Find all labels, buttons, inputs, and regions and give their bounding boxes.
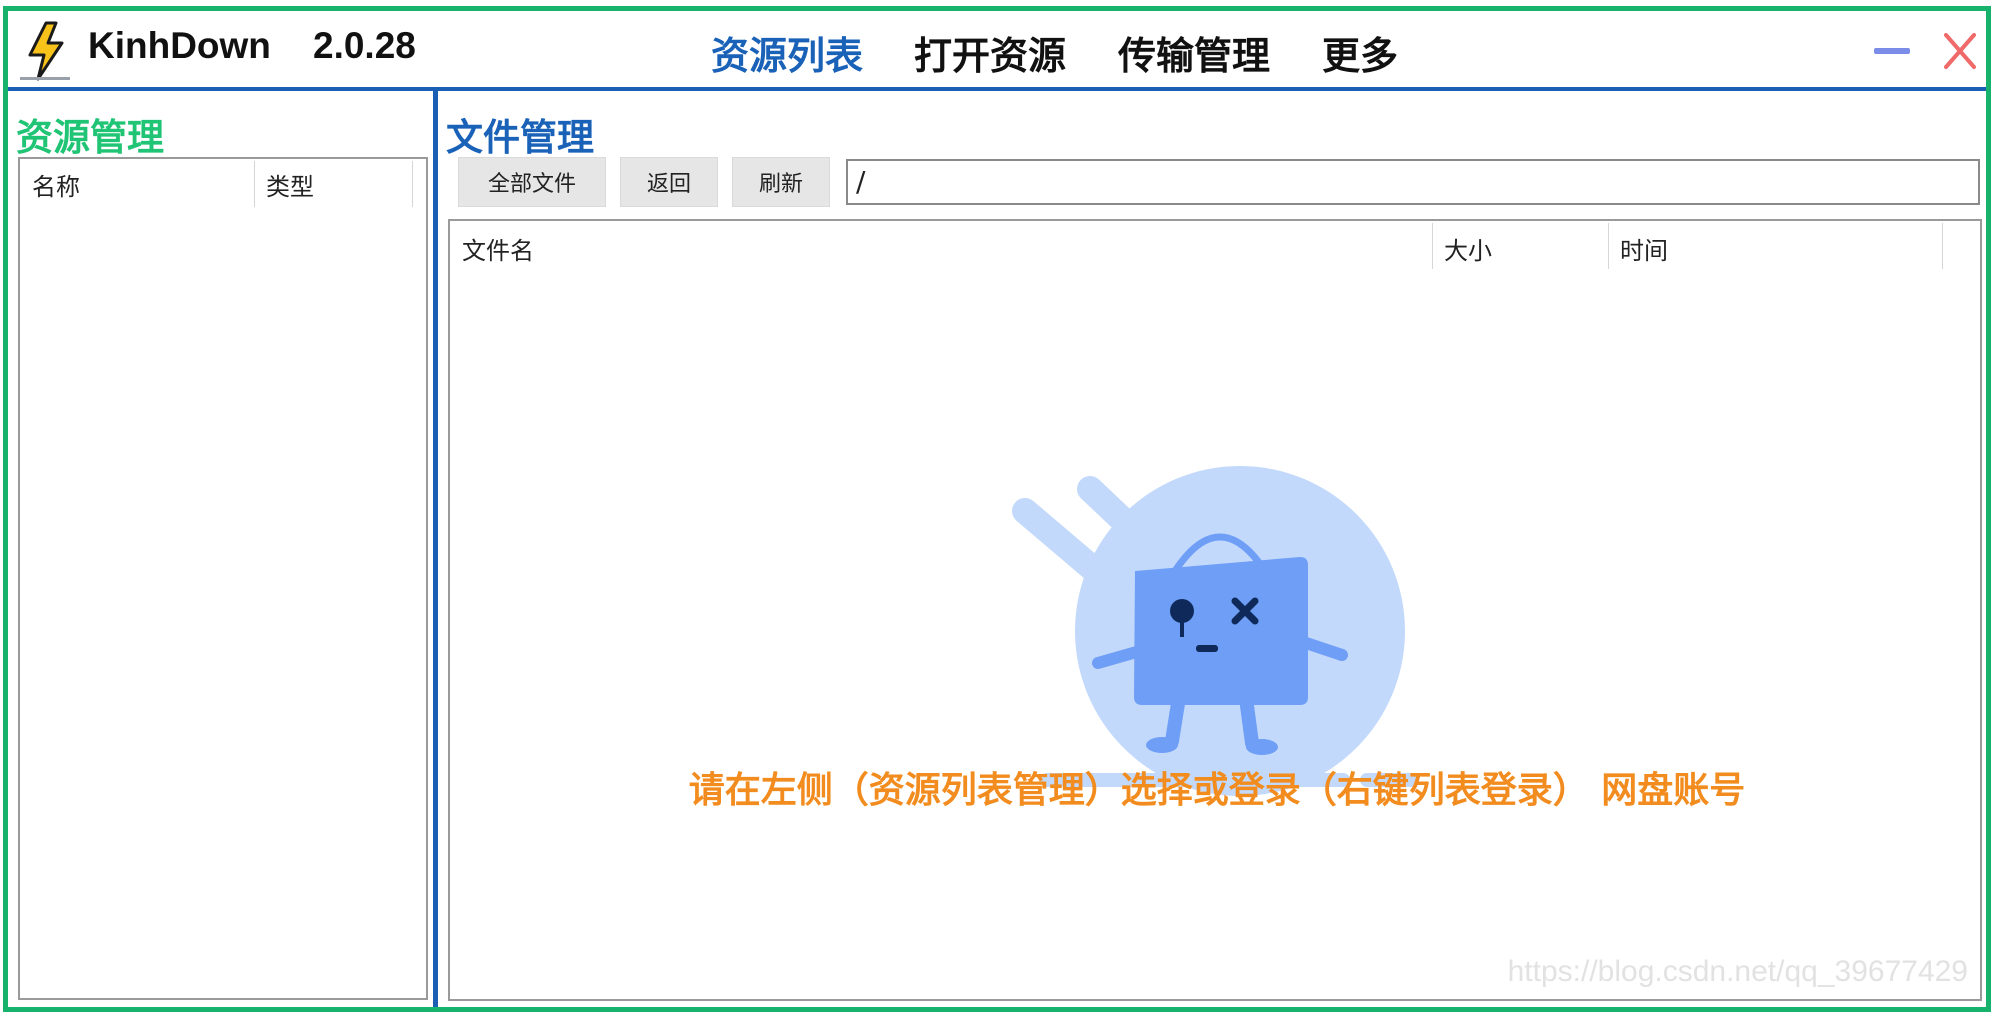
lightning-logo-icon xyxy=(20,21,70,81)
file-panel: 文件管理 全部文件 返回 刷新 / 文件名 大小 时间 请在左侧（资源列表管理）… xyxy=(438,91,1986,1007)
column-header-filename[interactable]: 文件名 xyxy=(462,231,534,266)
column-divider[interactable] xyxy=(1432,223,1433,269)
menu-transfer-manager[interactable]: 传输管理 xyxy=(1118,25,1270,80)
column-divider[interactable] xyxy=(1942,223,1943,269)
column-header-time[interactable]: 时间 xyxy=(1620,231,1668,266)
column-header-size[interactable]: 大小 xyxy=(1444,231,1492,266)
column-divider[interactable] xyxy=(1608,223,1609,269)
empty-box-mascot-icon xyxy=(1012,466,1418,796)
all-files-button[interactable]: 全部文件 xyxy=(458,157,606,207)
watermark-text: https://blog.csdn.net/qq_39677429 xyxy=(1507,955,1968,988)
resource-list[interactable]: 名称 类型 xyxy=(18,157,428,1000)
path-input[interactable]: / xyxy=(846,159,1980,205)
menu-open-resource[interactable]: 打开资源 xyxy=(914,25,1066,80)
resource-panel: 资源管理 名称 类型 xyxy=(8,91,438,1007)
close-icon[interactable] xyxy=(1936,29,1984,73)
empty-state-message: 请在左侧（资源列表管理）选择或登录（右键列表登录） 网盘账号 xyxy=(688,770,1746,811)
app-version: 2.0.28 xyxy=(313,25,416,66)
refresh-button[interactable]: 刷新 xyxy=(732,157,830,207)
file-list[interactable]: 文件名 大小 时间 请在左侧（资源列表管理）选择或登录（右键列表登录） 网盘账号… xyxy=(448,219,1982,1001)
minimize-icon[interactable] xyxy=(1868,29,1916,73)
menu-more[interactable]: 更多 xyxy=(1322,25,1398,80)
back-button[interactable]: 返回 xyxy=(620,157,718,207)
column-header-type[interactable]: 类型 xyxy=(266,167,314,202)
column-divider[interactable] xyxy=(254,161,255,207)
app-window: KinhDown 2.0.28 资源列表 打开资源 传输管理 更多 资源管理 名… xyxy=(3,6,1991,1012)
file-panel-title: 文件管理 xyxy=(446,116,594,159)
column-divider[interactable] xyxy=(412,161,413,207)
column-header-name[interactable]: 名称 xyxy=(32,167,80,202)
app-name: KinhDown xyxy=(88,25,271,66)
resource-panel-title: 资源管理 xyxy=(16,116,164,159)
title-bar: KinhDown 2.0.28 资源列表 打开资源 传输管理 更多 xyxy=(8,11,1986,91)
menu-resource-list[interactable]: 资源列表 xyxy=(711,25,863,80)
